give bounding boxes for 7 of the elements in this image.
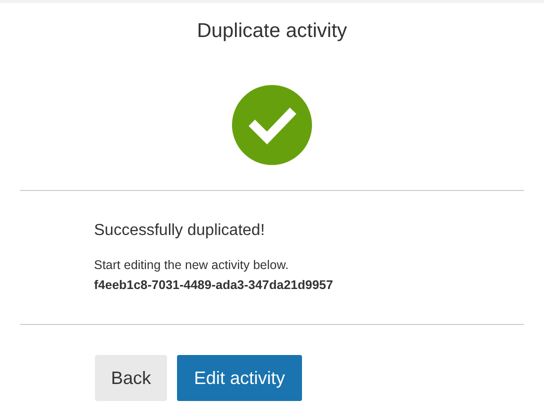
edit-button[interactable]: Edit activity xyxy=(177,355,302,401)
dialog-title: Duplicate activity xyxy=(196,19,348,44)
activity-id: f4eeb1c8-7031-4489-ada3-347da21d9957 xyxy=(94,277,334,294)
success-heading: Successfully duplicated! xyxy=(94,221,266,241)
back-button[interactable]: Back xyxy=(95,355,168,401)
checkmark-icon xyxy=(232,85,312,165)
message-text: Start editing the new activity below. xyxy=(94,257,290,274)
